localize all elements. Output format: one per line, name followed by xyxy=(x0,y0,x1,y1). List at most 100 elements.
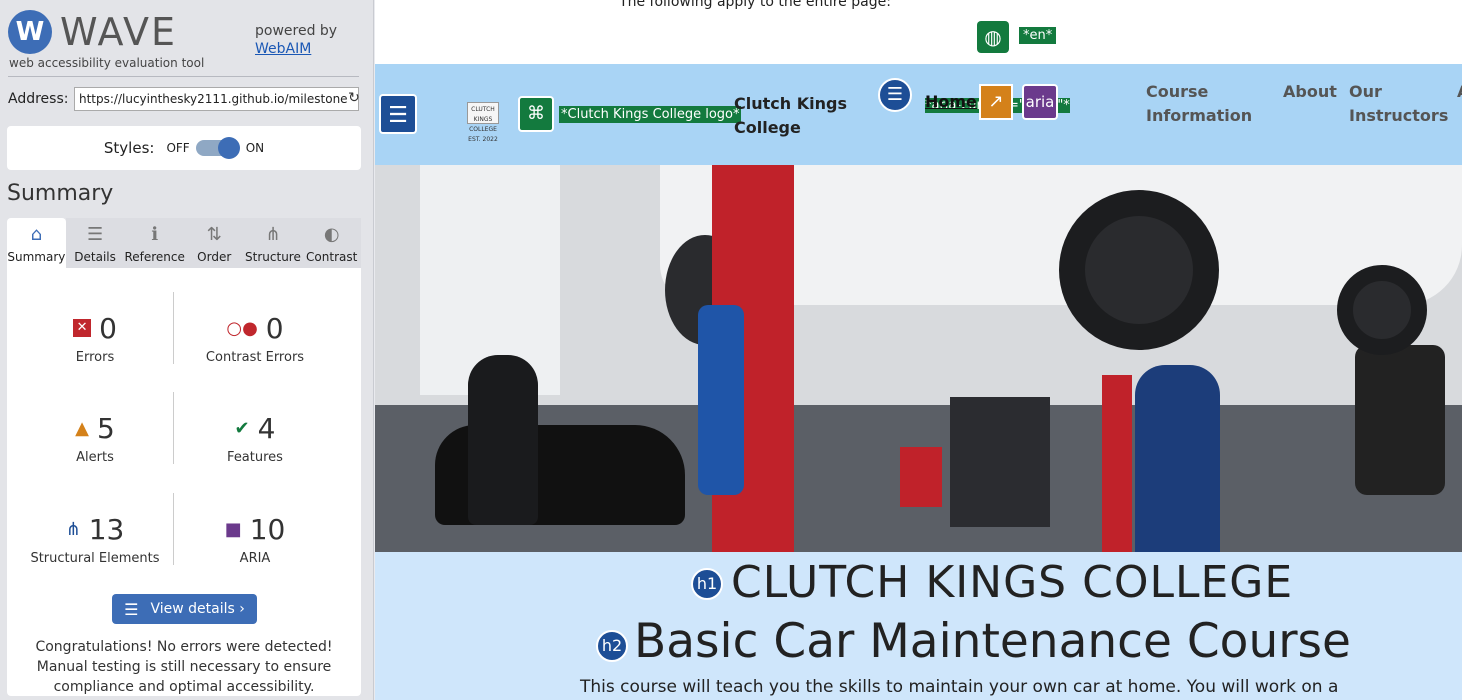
redundant-link-alert-icon[interactable]: ↗ xyxy=(979,84,1013,120)
nav-link-overflow[interactable]: A xyxy=(1457,80,1462,104)
home-icon: ⌂ xyxy=(30,224,43,245)
hero-blue-jacket xyxy=(698,305,744,495)
toggle-knob xyxy=(217,137,240,159)
h2-icon[interactable]: h2 xyxy=(596,630,628,662)
address-input[interactable]: https://lucyinthesky2111.github.io/miles… xyxy=(74,87,359,111)
unordered-list-icon[interactable]: ☰ xyxy=(878,78,912,112)
errors-label: Errors xyxy=(75,350,115,365)
structure-icon: ⋔ xyxy=(265,224,281,245)
summary-heading: Summary xyxy=(7,181,114,206)
powered-by-text: powered by xyxy=(255,23,338,39)
tab-reference[interactable]: ℹ Reference xyxy=(124,218,185,268)
address-row: Address: https://lucyinthesky2111.github… xyxy=(8,86,362,112)
alt-text-badge: *Clutch Kings College logo* xyxy=(559,106,742,123)
stat-alerts[interactable]: ▲ 5 Alerts xyxy=(7,410,183,466)
error-icon: ✕ xyxy=(73,319,92,337)
contrast-errors-count: 0 xyxy=(265,311,284,345)
stat-contrast-errors[interactable]: ○● 0 Contrast Errors xyxy=(167,310,343,366)
tab-label: Structure xyxy=(245,250,301,264)
details-list-icon: ☰ xyxy=(124,599,139,619)
page-heading-h2: Basic Car Maintenance Course xyxy=(634,614,1351,669)
aria-label: ARIA xyxy=(239,551,271,566)
wave-logo-text: WAVE xyxy=(60,10,178,54)
tab-structure[interactable]: ⋔ Structure xyxy=(243,218,303,268)
styles-toggle[interactable] xyxy=(195,137,240,159)
aria-count: 10 xyxy=(249,512,286,546)
wave-header: W WAVE web accessibility evaluation tool… xyxy=(0,0,374,76)
alt-text-icon[interactable]: ⌘ xyxy=(518,96,554,132)
tab-label: Order xyxy=(197,250,232,264)
styles-off-label: OFF xyxy=(166,141,190,155)
structural-label: Structural Elements xyxy=(30,551,160,566)
view-details-button[interactable]: ☰ View details › xyxy=(112,594,257,624)
stat-structural[interactable]: ⋔ 13 Structural Elements xyxy=(7,511,183,567)
panel-tabs: ⌂ Summary ☰ Details ℹ Reference ⇅ Order … xyxy=(7,218,362,268)
language-globe-icon[interactable]: ◍ xyxy=(977,21,1009,53)
h1-icon[interactable]: h1 xyxy=(691,568,723,600)
list-icon: ☰ xyxy=(87,224,104,245)
alerts-label: Alerts xyxy=(76,450,114,465)
errors-count: 0 xyxy=(99,311,117,345)
styles-toggle-box: Styles: OFF ON xyxy=(7,126,361,170)
nav-link-about[interactable]: About xyxy=(1283,80,1337,104)
order-icon: ⇅ xyxy=(206,224,222,245)
hero-spare-wheel xyxy=(1337,265,1427,355)
nav-link-our-instructors[interactable]: Our Instructors xyxy=(1349,80,1457,128)
alert-icon: ▲ xyxy=(75,417,89,439)
contrast-error-icon: ○● xyxy=(226,317,258,339)
hero-front-wheel xyxy=(1059,190,1219,350)
view-details-label: View details › xyxy=(150,601,245,617)
hero-mechanic-left xyxy=(468,355,538,525)
hero-tire-stack xyxy=(1355,345,1445,495)
site-name: Clutch Kings College xyxy=(734,94,847,137)
feature-check-icon: ✔ xyxy=(234,417,250,439)
styles-on-label: ON xyxy=(245,141,265,155)
hero-red-cart xyxy=(900,447,942,507)
site-header: ☰ CLUTCH KINGS COLLEGE EST. 2022 ⌘ *Clut… xyxy=(375,64,1462,165)
hero-toolcart xyxy=(950,397,1050,527)
contrast-icon: ◐ xyxy=(323,224,340,245)
features-count: 4 xyxy=(257,411,276,445)
page-heading-h1: CLUTCH KINGS COLLEGE xyxy=(731,557,1294,608)
page-preview: The following apply to the entire page: … xyxy=(375,0,1462,700)
webaim-link[interactable]: WebAIM xyxy=(255,41,311,57)
nav-link-course-information[interactable]: Course Information xyxy=(1146,80,1256,128)
language-badge: *en* xyxy=(1019,27,1057,44)
address-label: Address: xyxy=(8,91,69,107)
tab-label: Reference xyxy=(124,250,185,264)
summary-card: ✕ 0 Errors ○● 0 Contrast Errors ▲ 5 Aler… xyxy=(7,268,361,696)
aria-icon[interactable]: aria xyxy=(1022,84,1058,120)
wave-logo-icon: W xyxy=(8,10,52,54)
hero-lift-pillar-right xyxy=(1102,375,1132,552)
college-logo-image: CLUTCH KINGS COLLEGE EST. 2022 xyxy=(467,102,499,143)
course-intro-text: This course will teach you the skills to… xyxy=(580,677,1339,697)
page-note: The following apply to the entire page: xyxy=(619,0,891,10)
tab-details[interactable]: ☰ Details xyxy=(65,218,125,268)
css-structure-icon[interactable]: ☰ xyxy=(379,94,417,134)
contrast-errors-label: Contrast Errors xyxy=(205,350,305,365)
tab-order[interactable]: ⇅ Order xyxy=(184,218,244,268)
tab-summary[interactable]: ⌂ Summary xyxy=(7,218,66,268)
tab-contrast[interactable]: ◐ Contrast xyxy=(302,218,362,268)
stat-errors[interactable]: ✕ 0 Errors xyxy=(7,310,183,365)
congrats-message: Congratulations! No errors were detected… xyxy=(35,639,333,695)
hero-mechanic-right xyxy=(1135,365,1220,552)
tab-label: Contrast xyxy=(306,250,358,264)
structural-count: 13 xyxy=(88,512,125,546)
tab-label: Details xyxy=(74,250,116,264)
header-divider xyxy=(8,76,359,77)
styles-label: Styles: xyxy=(103,139,155,157)
structure-icon: ⋔ xyxy=(65,518,81,540)
tab-label: Summary xyxy=(7,250,66,264)
hero-garage-image xyxy=(375,165,1462,552)
nav-link-home[interactable]: Home xyxy=(925,92,977,111)
course-intro-section: h1 CLUTCH KINGS COLLEGE h2 Basic Car Mai… xyxy=(375,552,1462,700)
wave-tagline: web accessibility evaluation tool xyxy=(9,56,205,70)
features-label: Features xyxy=(227,450,283,465)
alerts-count: 5 xyxy=(97,411,115,445)
reload-icon[interactable]: ↻ xyxy=(346,90,362,106)
info-icon: ℹ xyxy=(151,224,159,245)
wave-sidebar: W WAVE web accessibility evaluation tool… xyxy=(0,0,374,700)
stat-features[interactable]: ✔ 4 Features xyxy=(167,410,343,466)
stat-aria[interactable]: ■ 10 ARIA xyxy=(167,511,343,567)
